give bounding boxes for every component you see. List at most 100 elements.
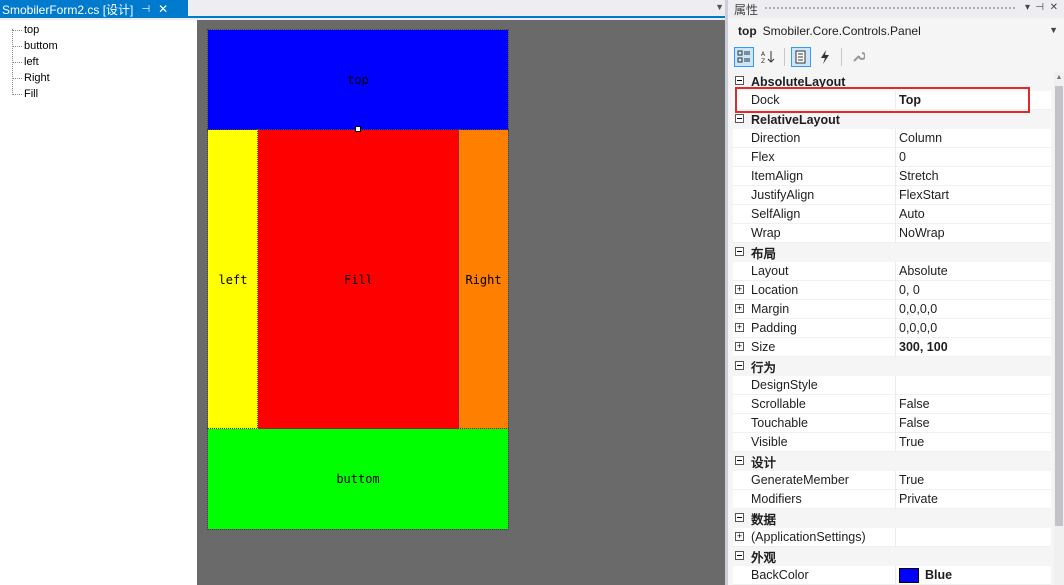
property-name: Size — [751, 340, 776, 354]
property-row[interactable]: + Location 0, 0 — [733, 281, 1051, 300]
property-row[interactable]: BackColor Blue — [733, 566, 1051, 585]
design-surface[interactable]: top left Fill Right buttom — [197, 20, 725, 585]
events-icon[interactable] — [815, 47, 835, 67]
alphabetical-icon[interactable]: AZ — [758, 47, 778, 67]
property-row[interactable]: Visible True — [733, 433, 1051, 452]
property-row[interactable]: + Margin 0,0,0,0 — [733, 300, 1051, 319]
resize-handle[interactable] — [355, 126, 361, 132]
expand-icon[interactable]: + — [735, 304, 744, 313]
property-category[interactable]: AbsoluteLayout — [733, 72, 1051, 91]
tree-item-left[interactable]: left — [12, 54, 39, 70]
property-row[interactable]: + (ApplicationSettings) — [733, 528, 1051, 547]
document-tab[interactable]: SmobilerForm2.cs [设计] ⊣ ✕ — [0, 0, 188, 18]
tree-item-label: buttom — [24, 40, 58, 52]
panel-buttom[interactable]: buttom — [207, 428, 509, 530]
property-value[interactable]: Absolute — [899, 264, 948, 278]
property-row[interactable]: DesignStyle — [733, 376, 1051, 395]
property-value[interactable]: Auto — [899, 207, 925, 221]
property-value[interactable]: Stretch — [899, 169, 939, 183]
properties-title-bar: 属性 ▾ ⊣ ✕ — [728, 0, 1064, 18]
collapse-icon[interactable] — [735, 76, 744, 85]
property-value[interactable]: NoWrap — [899, 226, 945, 240]
column-divider — [895, 205, 896, 224]
property-category[interactable]: 行为 — [733, 357, 1051, 376]
scrollbar-thumb[interactable] — [1055, 86, 1063, 526]
document-tab-title: SmobilerForm2.cs [设计] — [2, 2, 134, 17]
property-row[interactable]: + Padding 0,0,0,0 — [733, 319, 1051, 338]
drag-grip[interactable] — [764, 6, 1016, 11]
expand-icon[interactable]: + — [735, 323, 744, 332]
property-row[interactable]: SelfAlign Auto — [733, 205, 1051, 224]
collapse-icon[interactable] — [735, 456, 744, 465]
tree-item-fill[interactable]: Fill — [12, 86, 38, 102]
column-divider — [895, 186, 896, 205]
property-row[interactable]: Scrollable False — [733, 395, 1051, 414]
close-icon[interactable]: ✕ — [1050, 2, 1058, 13]
chevron-down-icon[interactable]: ▼ — [715, 2, 724, 12]
close-icon[interactable]: ✕ — [158, 2, 168, 16]
property-value[interactable]: False — [899, 397, 930, 411]
property-row[interactable]: Touchable False — [733, 414, 1051, 433]
property-value[interactable]: Top — [899, 93, 921, 107]
property-row[interactable]: Flex 0 — [733, 148, 1051, 167]
property-category[interactable]: 外观 — [733, 547, 1051, 566]
form-canvas[interactable]: top left Fill Right buttom — [207, 29, 509, 530]
property-row[interactable]: + Size 300, 100 — [733, 338, 1051, 357]
panel-left[interactable]: left — [207, 129, 259, 430]
property-category-label: 设计 — [751, 456, 777, 470]
pin-icon[interactable]: ⊣ — [141, 4, 150, 15]
property-category[interactable]: 设计 — [733, 452, 1051, 471]
property-value[interactable]: Column — [899, 131, 942, 145]
properties-icon[interactable] — [791, 47, 811, 67]
property-grid-scrollbar[interactable]: ▲ — [1054, 72, 1064, 585]
expand-icon[interactable]: + — [735, 342, 744, 351]
property-row[interactable]: JustifyAlign FlexStart — [733, 186, 1051, 205]
scroll-up-icon[interactable]: ▲ — [1055, 74, 1063, 84]
panel-top[interactable]: top — [207, 29, 509, 131]
expand-icon[interactable]: + — [735, 532, 744, 541]
collapse-icon[interactable] — [735, 361, 744, 370]
chevron-down-icon[interactable]: ▼ — [1049, 25, 1058, 35]
object-selector[interactable]: top Smobiler.Core.Controls.Panel ▼ — [733, 20, 1064, 42]
property-value[interactable]: 0,0,0,0 — [899, 321, 937, 335]
property-row[interactable]: GenerateMember True — [733, 471, 1051, 490]
property-row[interactable]: ItemAlign Stretch — [733, 167, 1051, 186]
property-value[interactable]: True — [899, 473, 924, 487]
expand-icon[interactable]: + — [735, 285, 744, 294]
property-row[interactable]: Wrap NoWrap — [733, 224, 1051, 243]
property-row[interactable]: Dock Top — [733, 91, 1051, 110]
property-value[interactable]: Private — [899, 492, 938, 506]
property-category[interactable]: 数据 — [733, 509, 1051, 528]
property-category[interactable]: RelativeLayout — [733, 110, 1051, 129]
property-value[interactable]: 0, 0 — [899, 283, 920, 297]
tree-item-top[interactable]: top — [12, 22, 39, 38]
property-value[interactable]: FlexStart — [899, 188, 949, 202]
property-name: GenerateMember — [751, 473, 849, 487]
property-value[interactable]: True — [899, 435, 924, 449]
property-category[interactable]: 布局 — [733, 243, 1051, 262]
tree-item-buttom[interactable]: buttom — [12, 38, 58, 54]
property-value[interactable]: 0 — [899, 150, 906, 164]
column-divider — [895, 129, 896, 148]
property-pages-icon[interactable] — [848, 47, 868, 67]
chevron-down-icon[interactable]: ▾ — [1025, 2, 1030, 13]
property-value[interactable]: False — [899, 416, 930, 430]
property-value[interactable]: Blue — [925, 568, 952, 582]
panel-right[interactable]: Right — [458, 129, 509, 430]
collapse-icon[interactable] — [735, 114, 744, 123]
property-value[interactable]: 300, 100 — [899, 340, 948, 354]
collapse-icon[interactable] — [735, 247, 744, 256]
collapse-icon[interactable] — [735, 513, 744, 522]
tree-item-right[interactable]: Right — [12, 70, 50, 86]
panel-fill[interactable]: Fill — [257, 129, 460, 430]
property-value[interactable]: 0,0,0,0 — [899, 302, 937, 316]
pin-icon[interactable]: ⊣ — [1035, 2, 1044, 13]
property-row[interactable]: Modifiers Private — [733, 490, 1051, 509]
property-category-label: 外观 — [751, 551, 777, 565]
column-divider — [895, 566, 896, 585]
property-row[interactable]: Layout Absolute — [733, 262, 1051, 281]
column-divider — [895, 300, 896, 319]
property-row[interactable]: Direction Column — [733, 129, 1051, 148]
categorized-icon[interactable] — [734, 47, 754, 67]
collapse-icon[interactable] — [735, 551, 744, 560]
